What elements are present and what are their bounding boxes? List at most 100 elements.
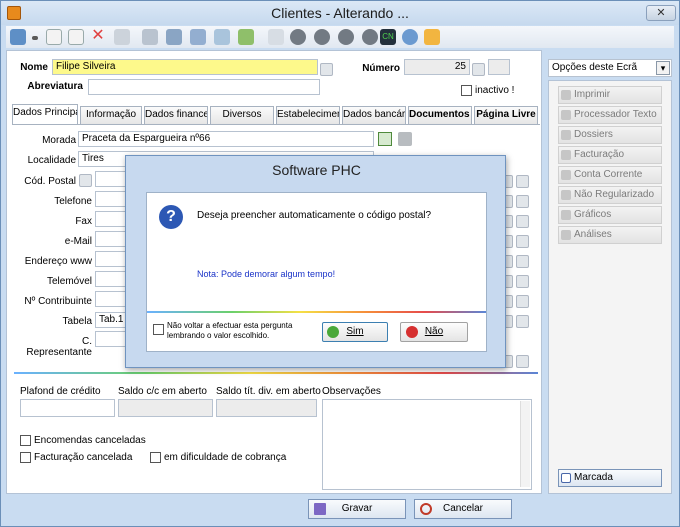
chevron-down-icon[interactable]: ▾: [656, 61, 670, 75]
delete-icon[interactable]: ✕: [90, 28, 106, 45]
book-icon[interactable]: [398, 132, 412, 146]
search-icon[interactable]: [516, 355, 529, 368]
tools-icon[interactable]: [214, 29, 230, 45]
chart-icon: [561, 210, 571, 220]
search-icon[interactable]: [10, 29, 26, 45]
tab-informacao[interactable]: Informação: [80, 106, 142, 124]
search-icon[interactable]: [516, 175, 529, 188]
chevron-down-icon[interactable]: [32, 36, 38, 40]
saldo-tit-label: Saldo tít. div. em aberto: [216, 386, 321, 397]
search-icon[interactable]: [516, 255, 529, 268]
tab-diversos[interactable]: Diversos: [210, 106, 274, 124]
sync-icon[interactable]: [402, 29, 418, 45]
search-icon[interactable]: [516, 315, 529, 328]
cancelar-button[interactable]: Cancelar: [414, 499, 512, 519]
search-icon[interactable]: [320, 63, 333, 76]
inactivo-checkbox[interactable]: [461, 85, 472, 96]
search-icon[interactable]: [516, 195, 529, 208]
dialog-note: Nota: Pode demorar algum tempo!: [197, 269, 336, 279]
processador-texto-button[interactable]: Processador Texto: [558, 106, 662, 124]
map-icon[interactable]: [378, 132, 392, 146]
next-record-icon[interactable]: [338, 29, 354, 45]
grid-icon[interactable]: [142, 29, 158, 45]
dialog-question: Deseja preencher automaticamente o códig…: [197, 210, 432, 221]
last-record-icon[interactable]: [362, 29, 378, 45]
graficos-label: Gráficos: [574, 209, 612, 220]
nao-regularizado-button[interactable]: Não Regularizado: [558, 186, 662, 204]
observacoes-textarea[interactable]: [322, 399, 532, 490]
conta-corrente-button[interactable]: Conta Corrente: [558, 166, 662, 184]
facturacao-checkbox[interactable]: [20, 452, 31, 463]
dossiers-button[interactable]: Dossiers: [558, 126, 662, 144]
first-record-icon[interactable]: [290, 29, 306, 45]
tab-estabelecimentos[interactable]: Estabeleciment: [276, 106, 340, 124]
abreviatura-label: Abreviatura: [27, 81, 83, 92]
gravar-button[interactable]: Gravar: [308, 499, 406, 519]
dialog-body: ? Deseja preencher automaticamente o cód…: [146, 192, 487, 352]
analises-label: Análises: [574, 229, 612, 240]
tab-documentos[interactable]: Documentos de: [408, 106, 472, 124]
confirm-dialog: Software PHC ? Deseja preencher automati…: [125, 155, 506, 368]
toolbar: ✕ CN: [6, 26, 674, 48]
facturacao-button[interactable]: Facturação: [558, 146, 662, 164]
previous-record-icon[interactable]: [314, 29, 330, 45]
conta-corrente-label: Conta Corrente: [574, 169, 643, 180]
cn-icon[interactable]: CN: [380, 29, 396, 45]
dossier-icon: [561, 130, 571, 140]
analysis-icon: [561, 230, 571, 240]
refresh-icon[interactable]: [238, 29, 254, 45]
search-icon[interactable]: [516, 295, 529, 308]
imprimir-label: Imprimir: [574, 89, 611, 100]
observacoes-scrollbar[interactable]: [520, 401, 530, 487]
save-icon: [314, 503, 326, 515]
analises-button[interactable]: Análises: [558, 226, 662, 244]
yes-button[interactable]: Sim: [322, 322, 388, 342]
search-icon[interactable]: [472, 63, 485, 76]
numero-field[interactable]: 25: [404, 59, 470, 75]
plafond-field[interactable]: [20, 399, 115, 417]
representante-label: C. Representante: [26, 336, 92, 358]
search-icon[interactable]: [516, 275, 529, 288]
edit-icon[interactable]: [114, 29, 130, 45]
encomendas-checkbox[interactable]: [20, 435, 31, 446]
morada-field[interactable]: Praceta da Espargueira nº66: [78, 131, 374, 147]
fax-label: Fax: [75, 216, 92, 227]
nome-field[interactable]: Filipe Silveira: [52, 59, 318, 75]
imprimir-button[interactable]: Imprimir: [558, 86, 662, 104]
facturacao-label: Facturação cancelada: [34, 452, 133, 463]
dont-ask-checkbox[interactable]: [153, 324, 164, 335]
abreviatura-field[interactable]: [88, 79, 320, 95]
tab-pagina-livre[interactable]: Página Livre: [474, 106, 538, 124]
tab-dados-principais[interactable]: Dados Principai: [12, 104, 78, 125]
search-icon[interactable]: [516, 215, 529, 228]
opcoes-select[interactable]: Opções deste Ecrã: [548, 59, 672, 77]
morada-label: Morada: [42, 135, 76, 146]
close-button[interactable]: ✕: [646, 5, 676, 21]
nao-regularizado-label: Não Regularizado: [574, 189, 655, 200]
marcada-button[interactable]: Marcada: [558, 469, 662, 487]
preview-icon[interactable]: [268, 29, 284, 45]
tab-dados-financeiros[interactable]: Dados financeir: [144, 106, 208, 124]
folder-icon[interactable]: [166, 29, 182, 45]
postal-lookup-icon[interactable]: [79, 174, 92, 187]
dificuldade-checkbox[interactable]: [150, 452, 161, 463]
dificuldade-label: em dificuldade de cobrança: [164, 452, 287, 463]
copy-icon[interactable]: [68, 29, 84, 45]
processador-texto-label: Processador Texto: [574, 109, 657, 120]
window-title: Clientes - Alterando ...: [271, 5, 409, 21]
search-icon[interactable]: [516, 235, 529, 248]
saldo-cc-label: Saldo c/c em aberto: [118, 386, 207, 397]
no-button[interactable]: Não: [400, 322, 468, 342]
telemovel-label: Telemóvel: [46, 276, 92, 287]
documents-icon[interactable]: [424, 29, 440, 45]
email-label: e-Mail: [64, 236, 92, 247]
contribuinte-label: Nº Contribuinte: [24, 296, 92, 307]
www-label: Endereço www: [24, 256, 92, 267]
new-document-icon[interactable]: [46, 29, 62, 45]
tab-dados-bancarios[interactable]: Dados bancário: [342, 106, 406, 124]
dialog-divider: [147, 311, 486, 313]
graficos-button[interactable]: Gráficos: [558, 206, 662, 224]
gravar-label: Gravar: [341, 503, 373, 514]
print-icon[interactable]: [190, 29, 206, 45]
text-processor-icon: [561, 110, 571, 120]
